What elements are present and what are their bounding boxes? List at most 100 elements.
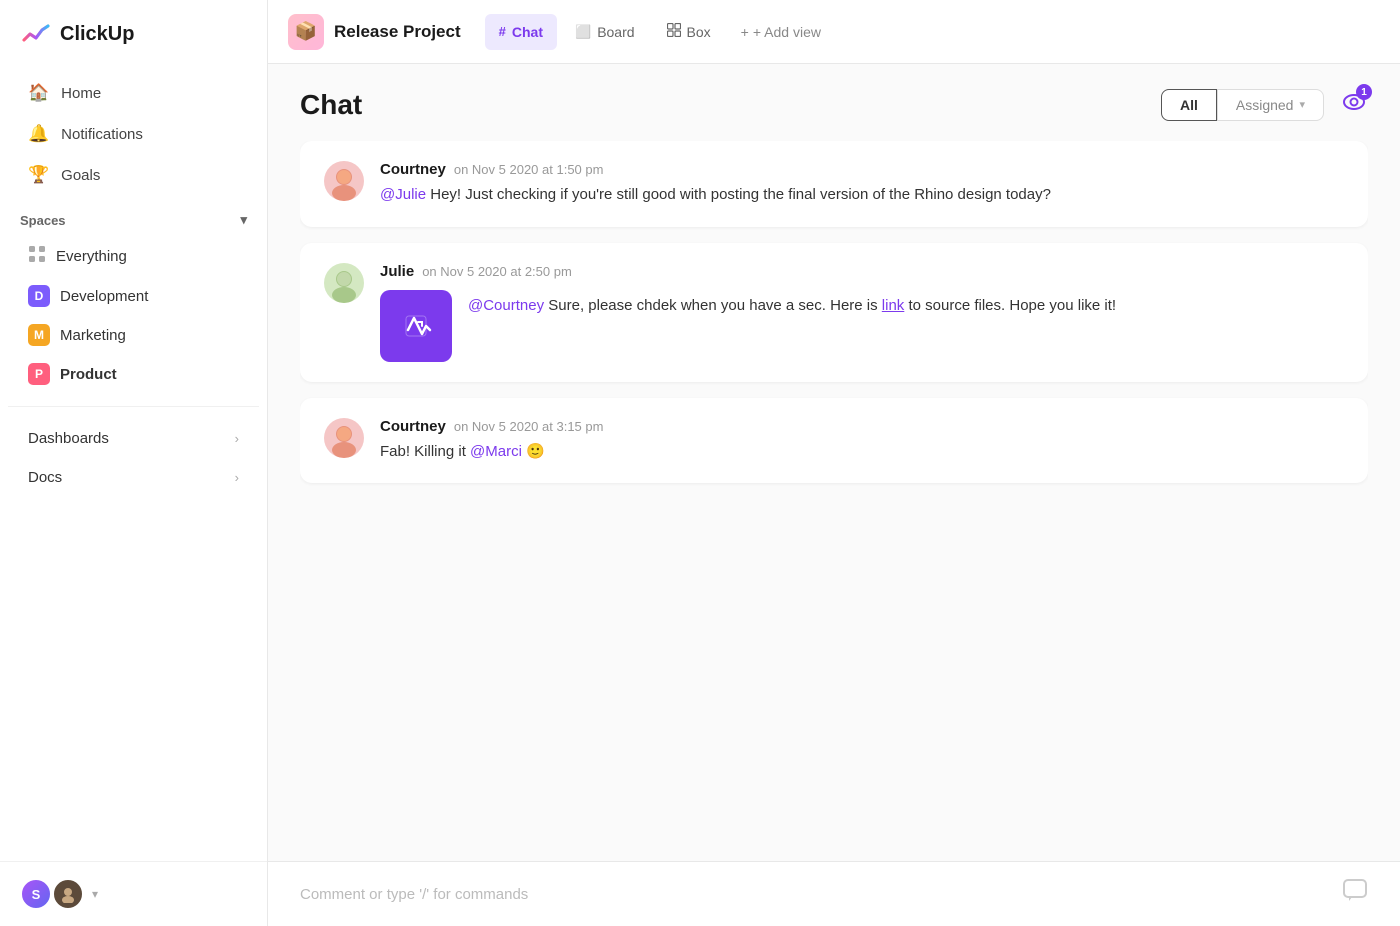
topbar: 📦 Release Project # Chat ⬜ Board Box + +…: [268, 0, 1400, 64]
avatar-user-2: [52, 878, 84, 910]
project-icon: 📦: [288, 14, 324, 50]
avatar-courtney-2: [324, 418, 364, 458]
space-item-marketing-label: Marketing: [60, 327, 126, 344]
msg2-post-text: to source files. Hope you like it!: [908, 297, 1116, 314]
msg2-text: @Courtney Sure, please chdek when you ha…: [468, 290, 1116, 318]
comment-bar: Comment or type '/' for commands: [268, 861, 1400, 926]
msg1-time: on Nov 5 2020 at 1:50 pm: [454, 162, 604, 177]
msg3-header: Courtney on Nov 5 2020 at 3:15 pm: [380, 418, 1344, 435]
msg3-pre-text: Fab! Killing it: [380, 443, 470, 460]
trophy-icon: 🏆: [28, 165, 49, 185]
tab-board[interactable]: ⬜ Board: [561, 14, 649, 50]
logo-text: ClickUp: [60, 23, 134, 46]
msg2-pre-text: Sure, please chdek when you have a sec. …: [548, 297, 882, 314]
chevron-assigned-icon: ▾: [1299, 98, 1305, 111]
space-item-product[interactable]: P Product: [8, 355, 259, 393]
avatar-courtney-1: [324, 161, 364, 201]
sidebar-item-docs[interactable]: Docs ›: [8, 459, 259, 496]
sidebar-item-dashboards[interactable]: Dashboards ›: [8, 420, 259, 457]
sidebar-item-notifications[interactable]: 🔔 Notifications: [8, 114, 259, 154]
watch-button[interactable]: 1: [1340, 88, 1368, 121]
msg1-author: Courtney: [380, 161, 446, 178]
chat-title: Chat: [300, 89, 362, 121]
msg3-post-text: 🙂: [526, 443, 545, 460]
tab-box[interactable]: Box: [653, 14, 725, 50]
chat-filter: All Assigned ▾: [1161, 89, 1324, 121]
logo: ClickUp: [0, 0, 267, 68]
space-item-product-label: Product: [60, 366, 117, 383]
msg2-time: on Nov 5 2020 at 2:50 pm: [422, 264, 572, 279]
sidebar-item-goals[interactable]: 🏆 Goals: [8, 155, 259, 195]
msg2-header: Julie on Nov 5 2020 at 2:50 pm: [380, 263, 1344, 280]
messages-area: Courtney on Nov 5 2020 at 1:50 pm @Julie…: [300, 141, 1368, 861]
msg2-link[interactable]: link: [882, 297, 905, 314]
clickup-logo-icon: [20, 18, 52, 50]
main-content: 📦 Release Project # Chat ⬜ Board Box + +…: [268, 0, 1400, 926]
space-item-development-label: Development: [60, 288, 148, 305]
msg3-mention: @Marci: [470, 443, 522, 460]
development-badge: D: [28, 285, 50, 307]
dashboards-label: Dashboards: [28, 430, 109, 447]
msg2-attachment-row: @Courtney Sure, please chdek when you ha…: [380, 290, 1344, 362]
msg3-text: Fab! Killing it @Marci 🙂: [380, 441, 1344, 464]
spaces-list: Everything D Development M Marketing P P…: [0, 236, 267, 394]
spaces-header: Spaces ▾: [0, 200, 267, 236]
bell-icon: 🔔: [28, 124, 49, 144]
sidebar-footer: S ▾: [0, 861, 267, 926]
topbar-tabs: # Chat ⬜ Board Box + + Add view: [485, 0, 833, 63]
sidebar-item-home-label: Home: [61, 85, 101, 102]
add-view-label: + Add view: [753, 24, 821, 40]
chevron-down-user-icon[interactable]: ▾: [92, 887, 98, 901]
avatar-user-s: S: [20, 878, 52, 910]
msg3-author: Courtney: [380, 418, 446, 435]
topbar-project: 📦 Release Project: [288, 14, 461, 50]
plus-icon: +: [741, 24, 749, 40]
grid-icon: [28, 245, 46, 268]
chevron-right-icon-2: ›: [235, 470, 239, 485]
sidebar-item-goals-label: Goals: [61, 167, 100, 184]
avatar-julie: [324, 263, 364, 303]
product-badge: P: [28, 363, 50, 385]
comment-placeholder[interactable]: Comment or type '/' for commands: [300, 886, 1342, 903]
avatar-stack: S: [20, 878, 84, 910]
filter-all-button[interactable]: All: [1161, 89, 1217, 121]
chat-container: Chat All Assigned ▾ 1: [268, 64, 1400, 861]
sidebar-item-notifications-label: Notifications: [61, 126, 143, 143]
filter-assigned-button[interactable]: Assigned ▾: [1217, 89, 1324, 121]
chat-header: Chat All Assigned ▾ 1: [300, 88, 1368, 121]
message-card: Courtney on Nov 5 2020 at 1:50 pm @Julie…: [300, 141, 1368, 227]
sidebar-item-home[interactable]: 🏠 Home: [8, 73, 259, 113]
watch-badge: 1: [1356, 84, 1372, 100]
spaces-label: Spaces: [20, 213, 66, 228]
space-item-marketing[interactable]: M Marketing: [8, 316, 259, 354]
filter-assigned-label: Assigned: [1236, 97, 1294, 113]
sidebar-nav: 🏠 Home 🔔 Notifications 🏆 Goals: [0, 68, 267, 200]
space-item-everything[interactable]: Everything: [8, 237, 259, 276]
msg3-time: on Nov 5 2020 at 3:15 pm: [454, 419, 604, 434]
msg1-header: Courtney on Nov 5 2020 at 1:50 pm: [380, 161, 1344, 178]
board-icon: ⬜: [575, 24, 591, 40]
sidebar: ClickUp 🏠 Home 🔔 Notifications 🏆 Goals S…: [0, 0, 268, 926]
msg2-content: Julie on Nov 5 2020 at 2:50 pm @Courtney…: [380, 263, 1344, 362]
marketing-badge: M: [28, 324, 50, 346]
msg1-content: Courtney on Nov 5 2020 at 1:50 pm @Julie…: [380, 161, 1344, 207]
msg3-content: Courtney on Nov 5 2020 at 3:15 pm Fab! K…: [380, 418, 1344, 464]
message-card-2: Julie on Nov 5 2020 at 2:50 pm @Courtney…: [300, 243, 1368, 382]
tab-board-label: Board: [597, 24, 634, 40]
speech-bubble-icon: [1342, 878, 1368, 910]
project-title: Release Project: [334, 22, 461, 42]
space-item-everything-label: Everything: [56, 248, 127, 265]
tab-box-label: Box: [687, 24, 711, 40]
add-view-button[interactable]: + + Add view: [729, 18, 833, 46]
chevron-down-icon[interactable]: ▾: [240, 212, 247, 228]
tab-chat-label: Chat: [512, 24, 543, 40]
msg1-mention: @Julie: [380, 186, 426, 203]
msg2-mention: @Courtney: [468, 297, 544, 314]
tab-chat[interactable]: # Chat: [485, 14, 557, 50]
home-icon: 🏠: [28, 83, 49, 103]
message-card-3: Courtney on Nov 5 2020 at 3:15 pm Fab! K…: [300, 398, 1368, 484]
msg2-author: Julie: [380, 263, 414, 280]
docs-label: Docs: [28, 469, 62, 486]
space-item-development[interactable]: D Development: [8, 277, 259, 315]
msg1-body: Hey! Just checking if you're still good …: [430, 186, 1051, 203]
